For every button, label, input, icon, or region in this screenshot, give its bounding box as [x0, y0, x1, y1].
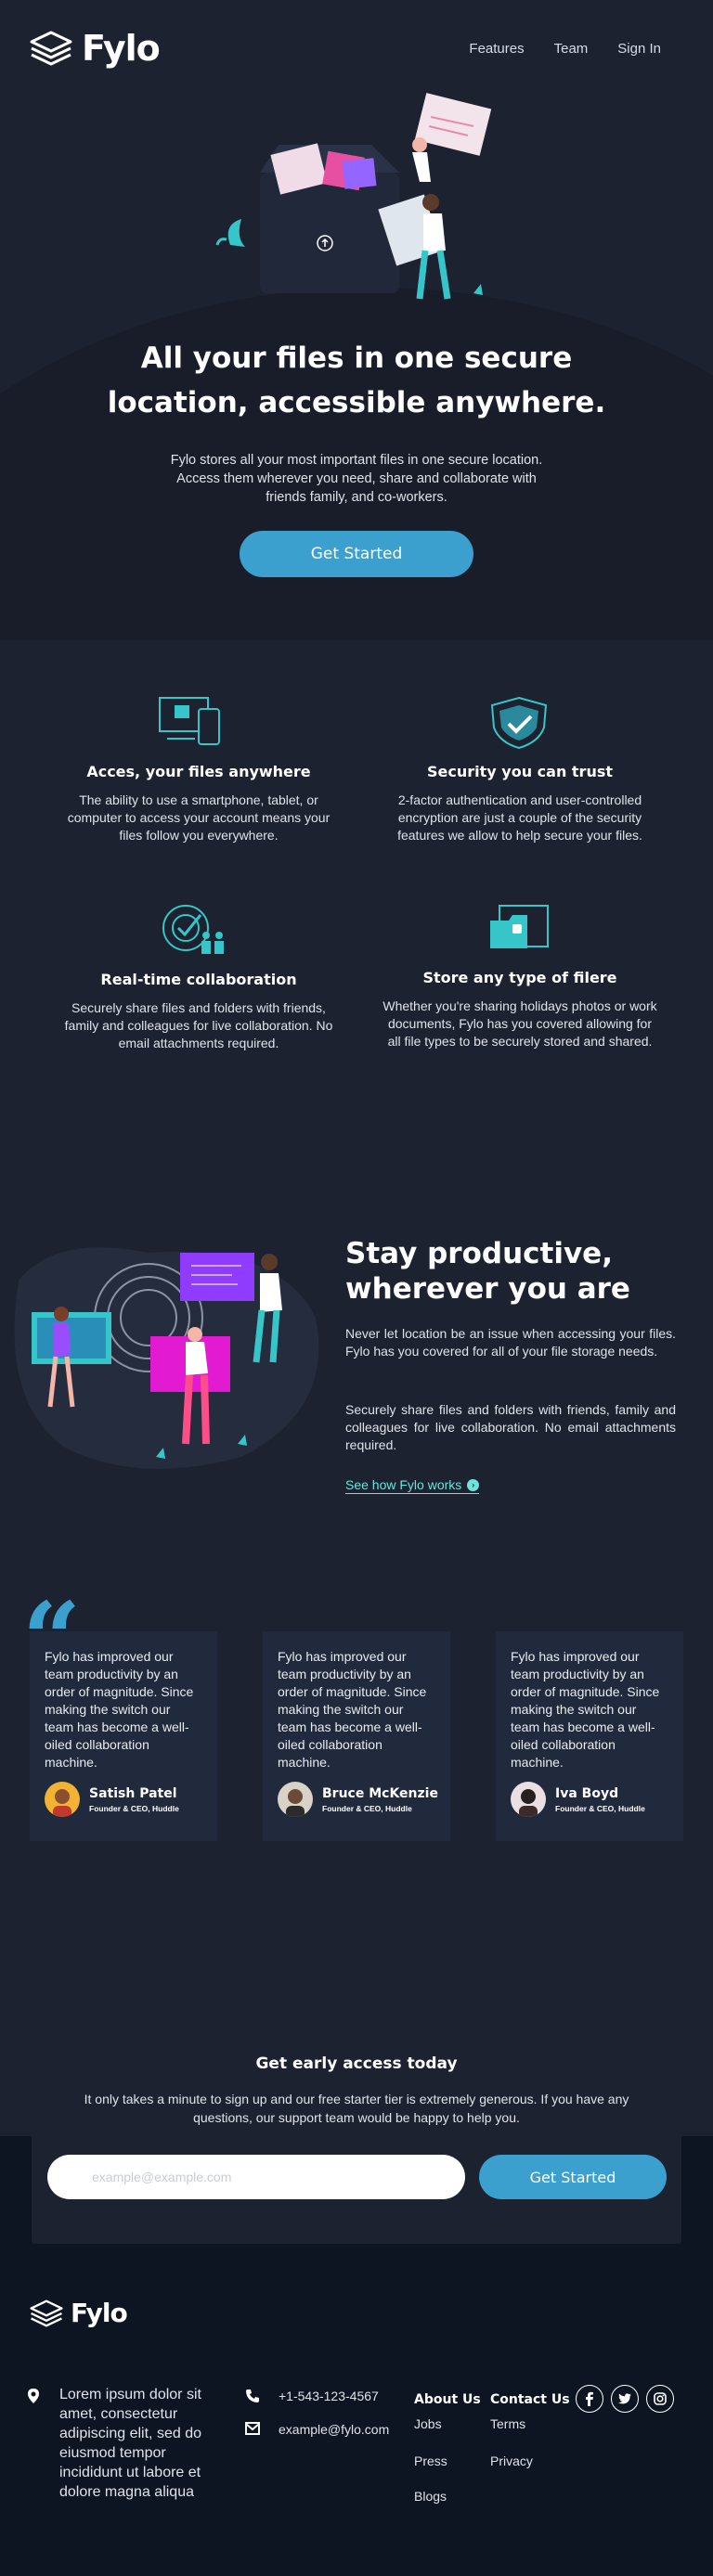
feature-title: Security you can trust: [427, 763, 613, 780]
facebook-icon[interactable]: [576, 2385, 603, 2413]
nav-team[interactable]: Team: [554, 41, 589, 57]
email-icon: [245, 2422, 260, 2435]
productive-paragraph-1: Never let location be an issue when acce…: [345, 1326, 676, 1359]
early-access-text: It only takes a minute to sign up and ou…: [84, 2092, 629, 2125]
author-role: Founder & CEO, Huddle: [555, 1803, 645, 1813]
productive-title: Stay productive, wherever you are: [345, 1237, 630, 1306]
testimonial-card: Fylo has improved our team productivity …: [496, 1631, 683, 1841]
devices-icon: [159, 697, 220, 745]
testimonial-author: Bruce McKenzie Founder & CEO, Huddle: [278, 1782, 438, 1817]
footer-link-press[interactable]: Press: [414, 2454, 447, 2468]
instagram-icon[interactable]: [646, 2385, 674, 2413]
feature-security: Security you can trust 2-factor authenti…: [381, 763, 659, 844]
hero-illustration: [215, 93, 492, 300]
see-how-fylo-works-link[interactable]: See how Fylo works ›: [345, 1477, 480, 1494]
productive-paragraph-2: Securely share files and folders with fr…: [345, 1402, 676, 1452]
footer-link-blogs[interactable]: Blogs: [414, 2489, 447, 2504]
author-name: Iva Boyd: [555, 1785, 619, 1801]
footer-link-jobs[interactable]: Jobs: [414, 2416, 442, 2431]
hero-title: All your files in one secure location, a…: [107, 341, 606, 419]
nav-features[interactable]: Features: [469, 41, 524, 57]
link-label: See how Fylo works: [345, 1477, 462, 1492]
productive-illustration: [14, 1247, 319, 1469]
footer-address: Lorem ipsum dolor sit amet, consectetur …: [59, 2387, 201, 2500]
email-input[interactable]: [47, 2155, 465, 2199]
hero-get-started-button[interactable]: Get Started: [240, 531, 473, 577]
testimonial-card: Fylo has improved our team productivity …: [30, 1631, 217, 1841]
feature-title: Store any type of filere: [422, 969, 617, 986]
avatar: [278, 1782, 313, 1817]
twitter-icon[interactable]: [611, 2385, 639, 2413]
hero-section: Fylo Features Team Sign In All your file…: [0, 0, 713, 640]
signup-get-started-button[interactable]: Get Started: [479, 2155, 667, 2199]
testimonial-text: Fylo has improved our team productivity …: [511, 1649, 660, 1770]
testimonial-card: Fylo has improved our team productivity …: [263, 1631, 450, 1841]
feature-title: Acces, your files anywhere: [86, 763, 311, 780]
author-name: Bruce McKenzie: [322, 1785, 438, 1801]
avatar: [45, 1782, 80, 1817]
logo-icon: [30, 31, 72, 66]
testimonial-author: Satish Patel Founder & CEO, Huddle: [45, 1782, 179, 1817]
shield-icon: [490, 696, 548, 750]
feature-text: 2-factor authentication and user-control…: [397, 792, 642, 843]
footer-link-privacy[interactable]: Privacy: [490, 2454, 533, 2468]
testimonial-text: Fylo has improved our team productivity …: [278, 1649, 427, 1770]
feature-text: Securely share files and folders with fr…: [64, 1000, 333, 1050]
avatar: [511, 1782, 546, 1817]
logo-icon: [30, 2299, 63, 2326]
hero-description: Fylo stores all your most important file…: [170, 453, 543, 505]
testimonial-text: Fylo has improved our team productivity …: [45, 1649, 194, 1770]
footer-email: example@fylo.com: [279, 2422, 390, 2437]
footer-contact-heading[interactable]: Contact Us: [490, 2392, 570, 2407]
logo-text: Fylo: [71, 2298, 128, 2328]
footer-logo[interactable]: Fylo: [30, 2298, 128, 2328]
arrow-right-icon: ›: [467, 1478, 480, 1491]
feature-collaboration: Real-time collaboration Securely share f…: [59, 971, 338, 1052]
logo-text: Fylo: [82, 28, 161, 69]
feature-text: The ability to use a smartphone, tablet,…: [67, 792, 331, 843]
early-access-section: Get early access today It only takes a m…: [32, 2027, 681, 2244]
footer-about-heading[interactable]: About Us: [414, 2392, 481, 2407]
phone-icon: [246, 2389, 259, 2402]
brand-logo[interactable]: Fylo: [30, 28, 161, 69]
feature-text: Whether you're sharing holidays photos o…: [382, 998, 657, 1049]
main-nav: Features Team Sign In: [469, 41, 661, 57]
feature-access: Acces, your files anywhere The ability t…: [59, 763, 338, 844]
folder-icon: [490, 905, 549, 948]
collaboration-icon: [162, 905, 224, 954]
author-role: Founder & CEO, Huddle: [322, 1803, 412, 1813]
footer-link-terms[interactable]: Terms: [490, 2416, 525, 2431]
footer-phone: +1-543-123-4567: [279, 2389, 379, 2403]
location-icon: [28, 2389, 39, 2403]
early-access-title: Get early access today: [255, 2054, 458, 2073]
author-role: Founder & CEO, Huddle: [89, 1803, 179, 1813]
testimonial-author: Iva Boyd Founder & CEO, Huddle: [511, 1782, 645, 1817]
author-name: Satish Patel: [89, 1785, 177, 1801]
feature-storage: Store any type of filere Whether you're …: [381, 969, 659, 1050]
feature-title: Real-time collaboration: [100, 971, 297, 988]
nav-signin[interactable]: Sign In: [617, 41, 661, 57]
